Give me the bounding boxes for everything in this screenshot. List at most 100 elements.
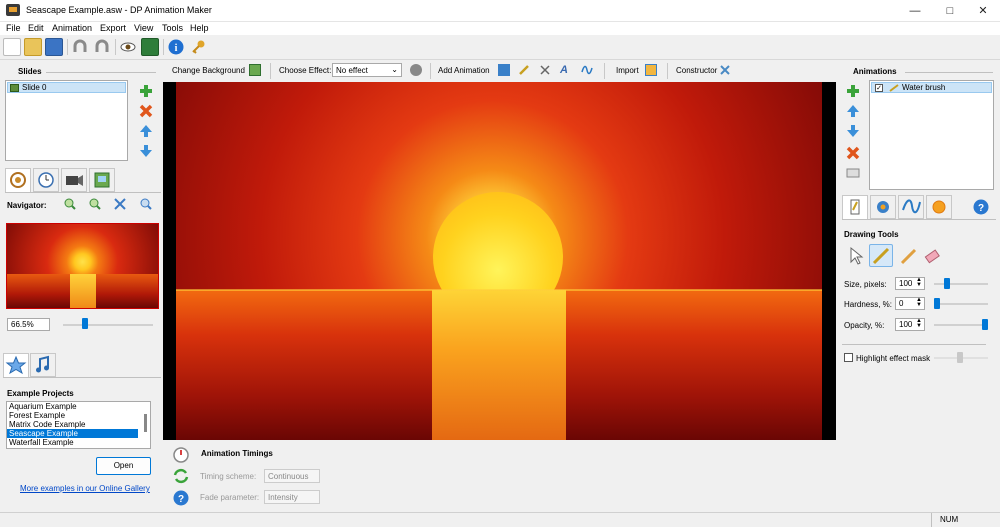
add-image-animation-icon[interactable]: [498, 64, 510, 76]
move-up-icon[interactable]: [139, 124, 153, 138]
menu-help[interactable]: Help: [190, 23, 209, 33]
help-icon[interactable]: ?: [172, 489, 190, 507]
delete-slide-icon[interactable]: [139, 104, 153, 118]
info-icon[interactable]: i: [167, 38, 185, 56]
tab-timer[interactable]: [33, 168, 59, 192]
drawing-help-icon[interactable]: ?: [972, 198, 990, 218]
tab-favorites[interactable]: [3, 353, 29, 377]
canvas-area[interactable]: [163, 82, 836, 440]
add-text-animation-icon[interactable]: A: [560, 64, 572, 76]
animation-down-icon[interactable]: [846, 124, 860, 140]
save-icon[interactable]: [45, 38, 63, 56]
pencil-tool-icon[interactable]: [899, 246, 919, 266]
animation-up-icon[interactable]: [846, 104, 860, 120]
menu-file[interactable]: File: [6, 23, 21, 33]
constructor-tools-icon[interactable]: [719, 64, 731, 76]
preview-eye-icon[interactable]: [119, 38, 137, 56]
hardness-slider-thumb[interactable]: [934, 298, 940, 309]
list-scrollbar[interactable]: [144, 414, 147, 432]
slide-item[interactable]: Slide 0: [7, 82, 126, 93]
tab-motion-path[interactable]: [898, 195, 924, 219]
zoom-out-icon[interactable]: [89, 198, 101, 210]
eraser-tool-icon[interactable]: [922, 246, 942, 266]
list-item-selected[interactable]: Seascape Example: [7, 429, 138, 438]
redo-icon[interactable]: [93, 38, 111, 56]
import-icon[interactable]: [645, 64, 657, 76]
app-icon: [6, 4, 20, 16]
tab-lighting[interactable]: [926, 195, 952, 219]
opacity-slider-track[interactable]: [934, 324, 988, 326]
size-label: Size, pixels:: [844, 280, 887, 289]
zoom-slider-thumb[interactable]: [82, 318, 88, 329]
undo-icon[interactable]: [71, 38, 89, 56]
refresh-icon[interactable]: [172, 467, 190, 485]
size-spinner[interactable]: 100 ▲ ▼: [895, 277, 925, 290]
delete-animation-icon[interactable]: [846, 146, 860, 162]
list-item[interactable]: Waterfall Example: [7, 438, 150, 447]
slide-item-label: Slide 0: [22, 83, 47, 92]
constructor-label[interactable]: Constructor: [676, 66, 717, 75]
spinner-arrows-icon[interactable]: ▲ ▼: [916, 297, 922, 308]
new-file-icon[interactable]: [3, 38, 21, 56]
spinner-arrows-icon[interactable]: ▲ ▼: [916, 277, 922, 288]
timing-scheme-dropdown[interactable]: Continuous: [264, 469, 320, 483]
slides-list[interactable]: Slide 0: [5, 80, 128, 161]
menu-animation[interactable]: Animation: [52, 23, 92, 33]
move-down-icon[interactable]: [139, 144, 153, 158]
tab-music[interactable]: [30, 353, 56, 377]
effect-dropdown[interactable]: No effect ⌄: [332, 63, 402, 77]
tab-image[interactable]: [89, 168, 115, 192]
brush-tool-icon[interactable]: [869, 244, 893, 267]
open-button[interactable]: Open: [96, 457, 151, 475]
menu-edit[interactable]: Edit: [28, 23, 44, 33]
menu-view[interactable]: View: [134, 23, 153, 33]
timer-icon: [172, 445, 190, 463]
fit-to-window-icon[interactable]: [114, 198, 126, 210]
zoom-in-icon[interactable]: [64, 198, 76, 210]
online-gallery-link[interactable]: More examples in our Online Gallery: [20, 484, 150, 493]
close-button[interactable]: ✕: [966, 0, 1000, 22]
add-slide-icon[interactable]: [139, 84, 153, 98]
export-film-icon[interactable]: [141, 38, 159, 56]
tab-camera[interactable]: [61, 168, 87, 192]
tab-effect-settings[interactable]: [870, 195, 896, 219]
opacity-slider-thumb[interactable]: [982, 319, 988, 330]
add-animation-icon[interactable]: [846, 84, 860, 100]
change-background-label[interactable]: Change Background: [172, 66, 245, 75]
menu-export[interactable]: Export: [100, 23, 126, 33]
animation-properties-icon[interactable]: [846, 166, 860, 182]
example-projects-list[interactable]: Aquarium Example Forest Example Matrix C…: [6, 401, 151, 449]
spinner-arrows-icon[interactable]: ▲ ▼: [916, 318, 922, 329]
actual-size-icon[interactable]: [140, 198, 152, 210]
list-item[interactable]: Aquarium Example: [7, 402, 150, 411]
tab-navigator[interactable]: [5, 168, 31, 192]
hardness-spinner[interactable]: 0 ▲ ▼: [895, 297, 925, 310]
zoom-slider-track[interactable]: [63, 324, 153, 326]
select-arrow-icon[interactable]: [846, 246, 866, 266]
zoom-value-field[interactable]: 66.5%: [7, 318, 50, 331]
effect-settings-icon[interactable]: [410, 64, 422, 76]
opacity-spinner[interactable]: 100 ▲ ▼: [895, 318, 925, 331]
change-background-icon[interactable]: [249, 64, 261, 76]
hardness-slider-track[interactable]: [934, 303, 988, 305]
navigator-preview[interactable]: [6, 223, 159, 309]
size-slider-track[interactable]: [934, 283, 988, 285]
minimize-button[interactable]: —: [898, 0, 932, 22]
add-wave-animation-icon[interactable]: [581, 64, 593, 76]
visibility-checkbox[interactable]: ✓: [875, 84, 883, 92]
size-slider-thumb[interactable]: [944, 278, 950, 289]
add-brush-animation-icon[interactable]: [518, 64, 530, 76]
animations-list[interactable]: ✓ Water brush: [869, 80, 994, 190]
menu-tools[interactable]: Tools: [162, 23, 183, 33]
animation-item[interactable]: ✓ Water brush: [871, 82, 992, 93]
open-folder-icon[interactable]: [24, 38, 42, 56]
key-icon[interactable]: [189, 38, 207, 56]
maximize-button[interactable]: □: [933, 0, 967, 22]
highlight-mask-checkbox[interactable]: [844, 353, 853, 362]
tab-drawing-tools[interactable]: [842, 195, 868, 219]
fade-parameter-dropdown[interactable]: Intensity: [264, 490, 320, 504]
list-item[interactable]: Matrix Code Example: [7, 420, 150, 429]
import-label[interactable]: Import: [616, 66, 639, 75]
add-particle-animation-icon[interactable]: [539, 64, 551, 76]
list-item[interactable]: Forest Example: [7, 411, 150, 420]
